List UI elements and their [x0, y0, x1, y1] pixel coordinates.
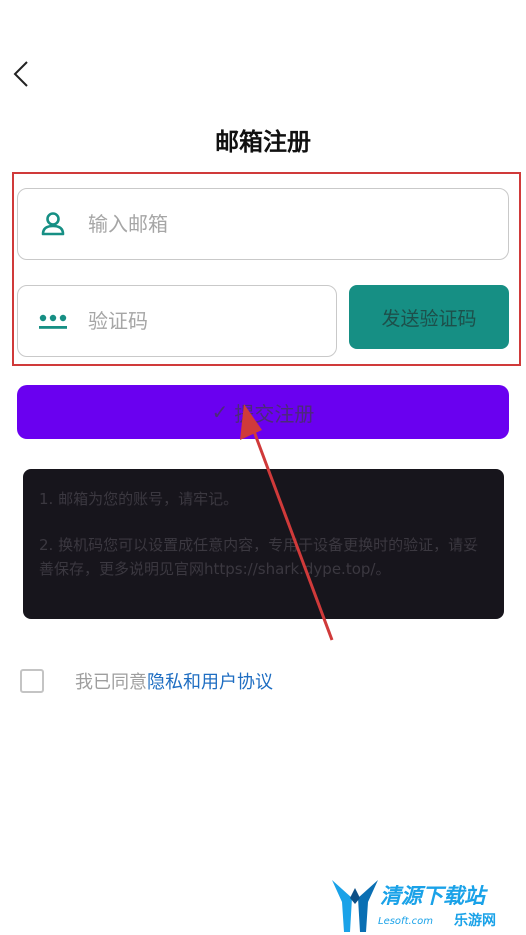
watermark-brand: 清源下载站: [380, 884, 485, 908]
note-line-1: 1. 邮箱为您的账号，请牢记。: [39, 490, 239, 508]
privacy-agreement-link[interactable]: 隐私和用户协议: [147, 668, 273, 694]
email-field[interactable]: [17, 188, 509, 260]
agreement-prefix: 我已同意: [75, 672, 147, 693]
chevron-left-icon: [13, 61, 28, 87]
agreement-row: 我已同意 隐私和用户协议: [20, 668, 273, 694]
brand-logo-icon: [332, 880, 378, 932]
verification-code-input[interactable]: [88, 286, 326, 356]
agreement-checkbox[interactable]: [20, 669, 44, 693]
watermark-logo: 清源下载站 乐游网 Lesoft.com: [330, 878, 520, 934]
back-button[interactable]: [10, 58, 34, 90]
password-dots-icon: [39, 314, 67, 329]
note-line-2: 2. 换机码您可以设置成任意内容，专用于设备更换时的验证，请妥善保存，更多说明见…: [39, 536, 479, 578]
submit-register-label: 提交注册: [234, 401, 315, 426]
email-input[interactable]: [88, 189, 498, 259]
watermark-suffix: 乐游网: [454, 913, 496, 929]
check-icon: ✓: [211, 400, 229, 424]
verification-code-field[interactable]: [17, 285, 337, 357]
notes-panel: 1. 邮箱为您的账号，请牢记。 2. 换机码您可以设置成任意内容，专用于设备更换…: [23, 469, 504, 619]
user-icon: [41, 212, 65, 236]
send-code-button[interactable]: 发送验证码: [349, 285, 509, 349]
page-title: 邮箱注册: [215, 128, 311, 156]
watermark-url: Lesoft.com: [378, 916, 434, 927]
submit-register-button[interactable]: ✓ 提交注册: [17, 385, 509, 439]
